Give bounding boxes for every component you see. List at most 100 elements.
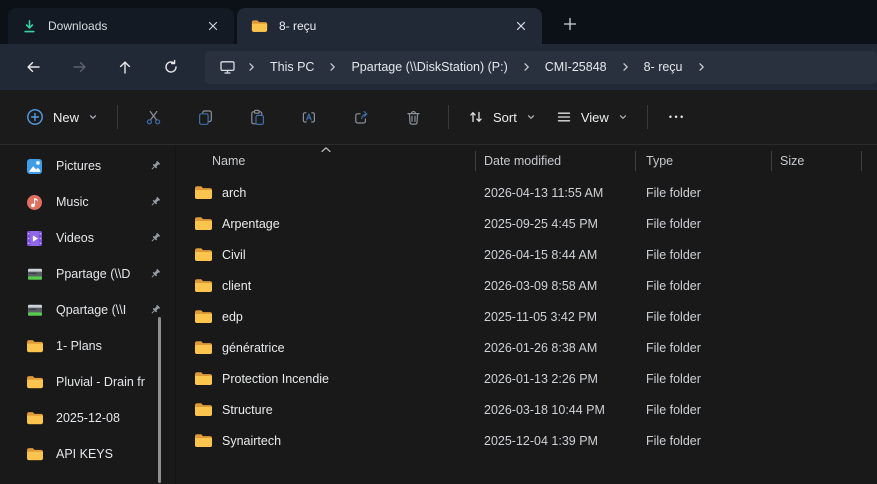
back-button[interactable] [13,51,53,83]
sidebar-item-label: Videos [56,231,145,245]
refresh-button[interactable] [151,51,191,83]
chevron-right-icon[interactable] [519,62,534,72]
chevron-right-icon[interactable] [325,62,340,72]
delete-icon [405,109,422,126]
column-header-date-modified[interactable]: Date modified [476,145,636,177]
folder-icon [26,375,45,389]
chevron-right-icon[interactable] [694,62,709,72]
tab-label: Downloads [48,19,200,33]
up-button[interactable] [105,51,145,83]
sidebar-item-pluvial[interactable]: Pluvial - Drain fr [0,364,175,400]
file-name: Synairtech [222,434,281,448]
sidebar-item-2025-12-08[interactable]: 2025-12-08 [0,400,175,436]
column-header-name[interactable]: Name [176,145,476,177]
sidebar-item-ppartage[interactable]: Ppartage (\\D [0,256,175,292]
sidebar-scrollbar[interactable] [158,317,161,483]
file-type: File folder [636,434,772,448]
file-date: 2026-04-15 8:44 AM [476,248,636,262]
table-row[interactable]: arch 2026-04-13 11:55 AM File folder [176,177,877,208]
chevron-right-icon[interactable] [618,62,633,72]
folder-icon [194,340,213,355]
cut-button[interactable] [134,99,172,135]
file-name: génératrice [222,341,285,355]
table-row[interactable]: client 2026-03-09 8:58 AM File folder [176,270,877,301]
new-tab-button[interactable] [555,9,585,39]
sort-icon [468,109,484,125]
file-name: client [222,279,251,293]
delete-button[interactable] [394,99,432,135]
table-row[interactable]: génératrice 2026-01-26 8:38 AM File fold… [176,332,877,363]
folder-icon [194,402,213,417]
folder-icon [251,19,268,33]
network-drive-icon [26,267,45,282]
sidebar-item-api-keys[interactable]: API KEYS [0,436,175,472]
navigation-pane: Pictures Music [0,145,176,484]
forward-button[interactable] [59,51,99,83]
table-row[interactable]: Arpentage 2025-09-25 4:45 PM File folder [176,208,877,239]
breadcrumb-cmi-25848[interactable]: CMI-25848 [534,54,618,80]
table-row[interactable]: edp 2025-11-05 3:42 PM File folder [176,301,877,332]
folder-icon [194,309,213,324]
table-row[interactable]: Civil 2026-04-15 8:44 AM File folder [176,239,877,270]
column-header-size[interactable]: Size [772,145,862,177]
share-button[interactable] [342,99,380,135]
file-name: arch [222,186,246,200]
file-name: Civil [222,248,246,262]
breadcrumb-this-pc[interactable]: This PC [259,54,325,80]
cut-icon [145,109,162,126]
sidebar-item-label: Ppartage (\\D [56,267,145,281]
breadcrumb-8-recu[interactable]: 8- reçu [633,54,694,80]
breadcrumb-ppartage[interactable]: Ppartage (\\DiskStation) (P:) [340,54,518,80]
tab-8-recu[interactable]: 8- reçu [237,8,542,44]
sidebar-item-1-plans[interactable]: 1- Plans [0,328,175,364]
view-button[interactable]: View [546,99,638,135]
sort-button[interactable]: Sort [458,99,546,135]
sidebar-item-label: 2025-12-08 [56,411,161,425]
view-icon [556,109,572,125]
chevron-right-icon[interactable] [244,62,259,72]
pictures-icon [26,158,45,175]
folder-icon [26,411,45,425]
command-toolbar: New [0,90,877,145]
file-type: File folder [636,186,772,200]
more-icon: ••• [667,112,686,122]
new-button[interactable]: New [16,99,108,135]
sidebar-item-videos[interactable]: Videos [0,220,175,256]
sidebar-item-qpartage[interactable]: Qpartage (\\I [0,292,175,328]
file-type: File folder [636,248,772,262]
file-date: 2025-09-25 4:45 PM [476,217,636,231]
sidebar-item-pictures[interactable]: Pictures [0,148,175,184]
paste-button[interactable] [238,99,276,135]
more-options-button[interactable]: ••• [657,99,696,135]
sort-ascending-icon [320,146,332,153]
file-date: 2026-03-09 8:58 AM [476,279,636,293]
address-bar[interactable]: This PC Ppartage (\\DiskStation) (P:) CM… [205,51,877,84]
copy-button[interactable] [186,99,224,135]
videos-icon [26,230,45,247]
music-icon [26,194,45,211]
close-icon[interactable] [200,14,226,38]
file-type: File folder [636,310,772,324]
table-row[interactable]: Synairtech 2025-12-04 1:39 PM File folde… [176,425,877,456]
table-row[interactable]: Protection Incendie 2026-01-13 2:26 PM F… [176,363,877,394]
rename-button[interactable] [290,99,328,135]
file-date: 2026-04-13 11:55 AM [476,186,636,200]
paste-icon [249,109,266,126]
table-row[interactable]: Structure 2026-03-18 10:44 PM File folde… [176,394,877,425]
file-date: 2025-11-05 3:42 PM [476,310,636,324]
view-button-label: View [581,110,609,125]
tab-downloads[interactable]: Downloads [8,8,234,44]
column-header-type[interactable]: Type [636,145,772,177]
pin-icon [149,304,161,316]
share-icon [353,109,370,126]
tab-bar: Downloads 8- reçu [0,0,877,44]
folder-icon [194,216,213,231]
sidebar-item-label: API KEYS [56,447,161,461]
up-icon [117,59,133,76]
file-type: File folder [636,372,772,386]
folder-icon [194,433,213,448]
sidebar-item-label: 1- Plans [56,339,161,353]
file-type: File folder [636,403,772,417]
sidebar-item-music[interactable]: Music [0,184,175,220]
close-icon[interactable] [508,14,534,38]
